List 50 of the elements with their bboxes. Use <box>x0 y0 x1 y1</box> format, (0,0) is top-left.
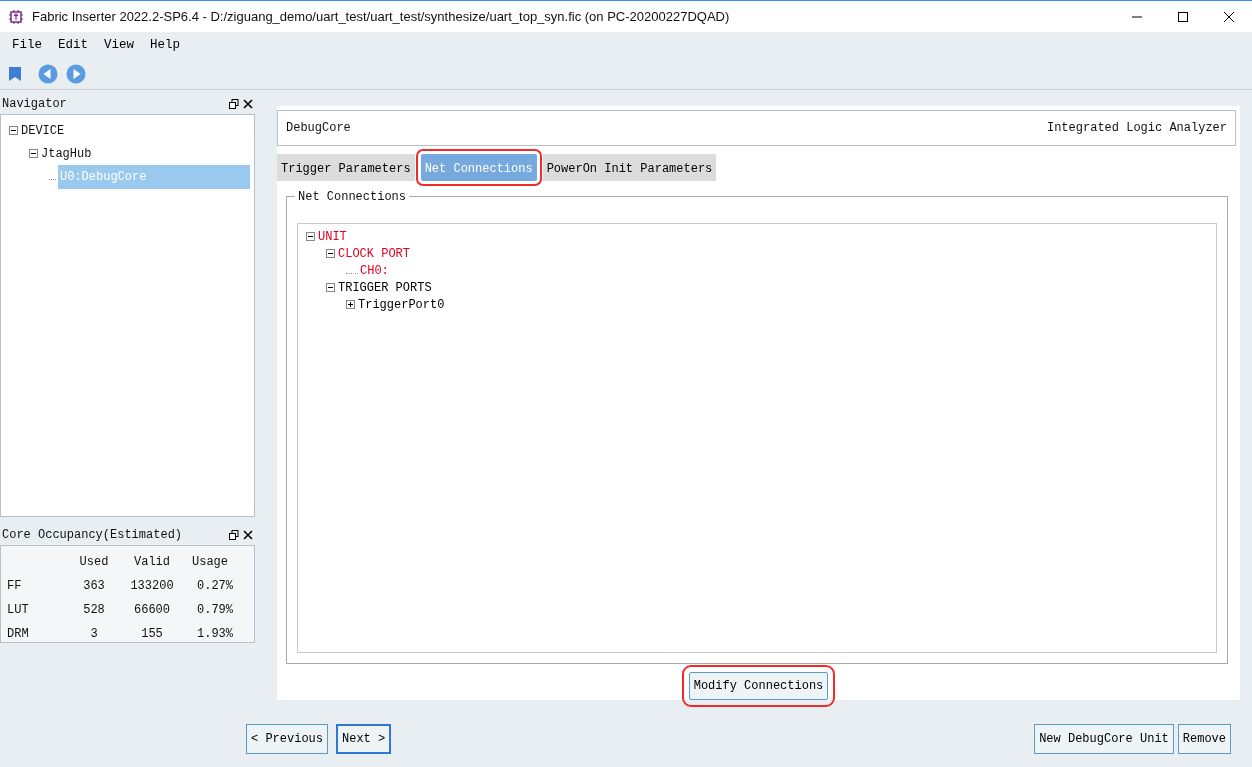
table-cell-text: DRM <box>6 626 30 643</box>
restore-icon[interactable] <box>229 530 239 540</box>
app-icon <box>8 8 24 25</box>
menu-item[interactable]: File <box>4 35 50 55</box>
close-icon[interactable] <box>243 99 253 109</box>
tab[interactable]: PowerOn Init Parameters <box>542 154 717 181</box>
action-button[interactable]: Remove <box>1177 724 1231 754</box>
close-icon <box>1223 10 1235 23</box>
table-cell-text: 133200 <box>129 578 175 595</box>
table-cell-text: 155 <box>140 626 164 643</box>
column-header: Valid <box>133 554 171 571</box>
tree-node[interactable]: CH0: <box>360 261 389 280</box>
restore-icon[interactable] <box>229 99 239 109</box>
core-name: DebugCore <box>286 120 351 137</box>
collapse-icon[interactable] <box>9 126 18 135</box>
table-cell-text: 0.27% <box>196 578 234 595</box>
tree-item[interactable]: JtagHub <box>41 144 92 163</box>
column-header: Used <box>78 554 110 571</box>
column-header: Usage <box>191 554 229 571</box>
menu-item[interactable]: View <box>96 35 143 55</box>
expand-icon[interactable] <box>346 300 355 309</box>
window-title: Fabric Inserter 2022.2-SP6.4 - D:/ziguang_demo/uart_test/uart_test/synthesize/uart_top_syn.fic (on PC-20200227DQAD) <box>32 7 730 26</box>
menu-item[interactable]: Help <box>142 35 189 55</box>
panel-title: Core Occupancy(Estimated) <box>2 527 183 544</box>
table-cell-text: 363 <box>82 578 106 595</box>
table-cell-text: 0.79% <box>196 602 234 619</box>
table-cell-text: 3 <box>89 626 99 643</box>
tree-node[interactable]: UNIT <box>318 227 347 246</box>
collapse-icon[interactable] <box>29 149 38 158</box>
previous-button[interactable]: < Previous <box>246 724 328 754</box>
core-type: Integrated Logic Analyzer <box>1046 120 1227 137</box>
collapse-icon[interactable] <box>326 249 335 258</box>
table-cell-text: 528 <box>82 602 106 619</box>
panel-title: Navigator <box>2 96 67 113</box>
table-cell-text: FF <box>6 578 23 595</box>
next-button[interactable]: Next > <box>336 724 392 754</box>
tree-node[interactable]: TriggerPort0 <box>358 295 445 314</box>
tree-node[interactable]: CLOCK PORT <box>338 244 410 263</box>
collapse-icon[interactable] <box>326 283 335 292</box>
maximize-icon <box>1177 10 1189 23</box>
collapse-icon[interactable] <box>306 232 315 241</box>
table-cell-text: 66600 <box>133 602 171 619</box>
tab[interactable]: Trigger Parameters <box>277 154 415 181</box>
menu-item[interactable]: Edit <box>50 35 97 55</box>
tree-item[interactable]: DEVICE <box>21 121 65 140</box>
table-cell-text: LUT <box>6 602 30 619</box>
action-button[interactable]: New DebugCore Unit <box>1034 724 1174 754</box>
close-icon[interactable] <box>243 530 253 540</box>
table-cell-text: 1.93% <box>196 626 234 643</box>
tree-node[interactable]: TRIGGER PORTS <box>338 278 432 297</box>
